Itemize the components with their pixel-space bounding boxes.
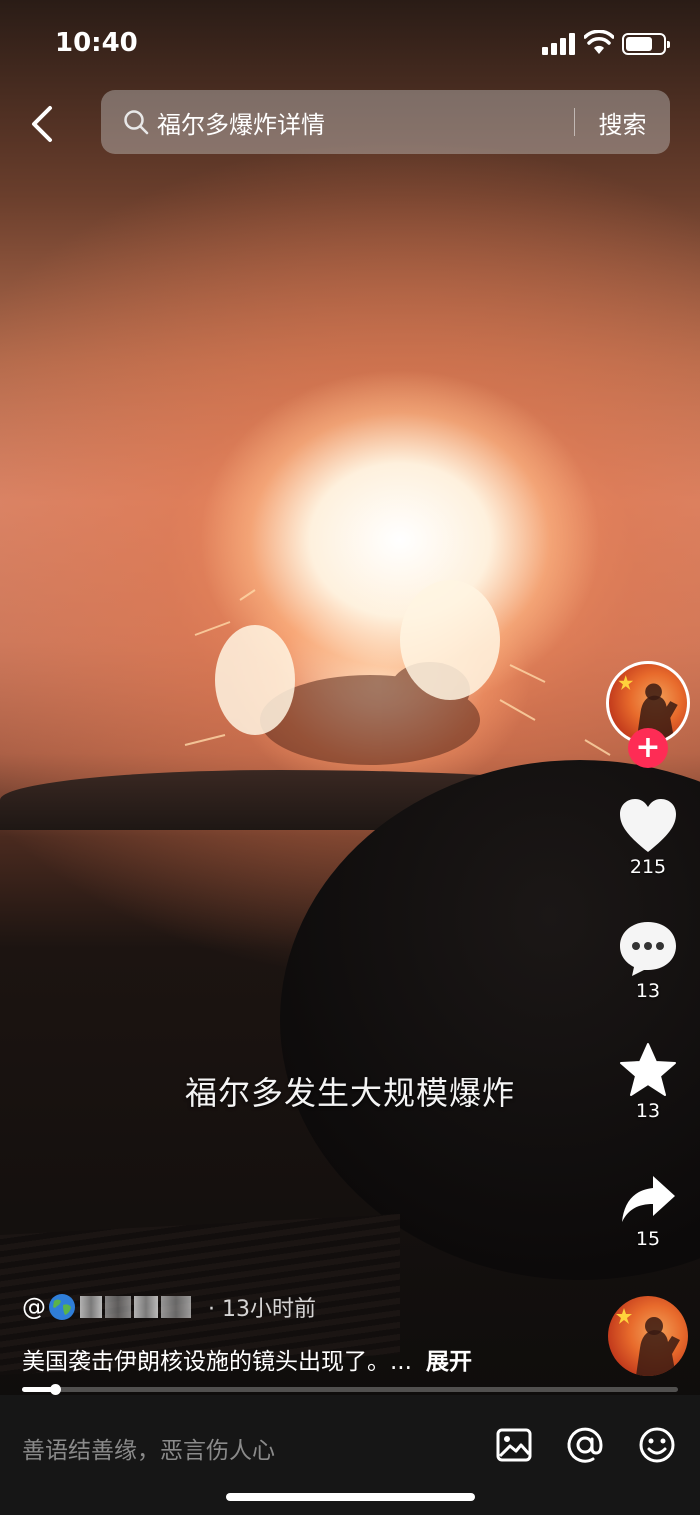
username-redacted[interactable]	[80, 1294, 198, 1320]
follow-button[interactable]: +	[628, 728, 668, 768]
battery-icon	[622, 33, 670, 55]
wifi-icon	[584, 30, 614, 54]
search-icon	[124, 110, 149, 135]
post-description[interactable]: 美国袭击伊朗核设施的镜头出现了。... 展开	[22, 1342, 472, 1376]
globe-icon	[49, 1294, 75, 1320]
heart-icon	[620, 799, 676, 852]
like-count: 215	[629, 856, 667, 878]
status-bar: 10:40	[0, 0, 700, 88]
mention-icon[interactable]	[565, 1425, 605, 1465]
share-count: 15	[635, 1228, 661, 1250]
comment-action[interactable]: 13	[608, 920, 688, 1002]
cellular-signal-icon	[542, 33, 576, 55]
progress-knob[interactable]	[49, 1384, 61, 1395]
video-player[interactable]	[0, 0, 700, 1395]
music-disc[interactable]	[608, 1296, 688, 1376]
back-icon[interactable]	[26, 104, 62, 144]
star-icon	[620, 1043, 676, 1096]
description-text: 美国袭击伊朗核设施的镜头出现了。...	[22, 1349, 412, 1375]
comment-count: 13	[635, 980, 661, 1002]
share-icon	[622, 1176, 675, 1222]
comment-input[interactable]: 善语结善缘，恶言伤人心	[22, 1431, 275, 1465]
video-caption: 福尔多发生大规模爆炸	[184, 1074, 515, 1112]
share-action[interactable]: 15	[608, 1172, 688, 1250]
emoji-icon[interactable]	[637, 1425, 677, 1465]
home-indicator[interactable]	[226, 1493, 475, 1501]
search-button[interactable]: 搜索	[575, 105, 670, 140]
comment-icon	[620, 922, 676, 976]
favorite-action[interactable]: 13	[608, 1042, 688, 1122]
music-disc-image	[616, 1308, 680, 1376]
favorite-count: 13	[635, 1100, 661, 1122]
author-row[interactable]: @ · 13小时前	[22, 1290, 316, 1324]
expand-link[interactable]: 展开	[426, 1349, 472, 1375]
at-sign: @	[22, 1293, 46, 1321]
video-progress-bar[interactable]	[22, 1384, 678, 1395]
search-input[interactable]: 福尔多爆炸详情	[157, 105, 574, 140]
like-action[interactable]: 215	[608, 798, 688, 878]
image-icon[interactable]	[494, 1425, 534, 1465]
post-time: · 13小时前	[208, 1297, 316, 1322]
search-bar[interactable]: 福尔多爆炸详情 搜索	[101, 90, 670, 154]
status-time: 10:40	[55, 28, 138, 58]
